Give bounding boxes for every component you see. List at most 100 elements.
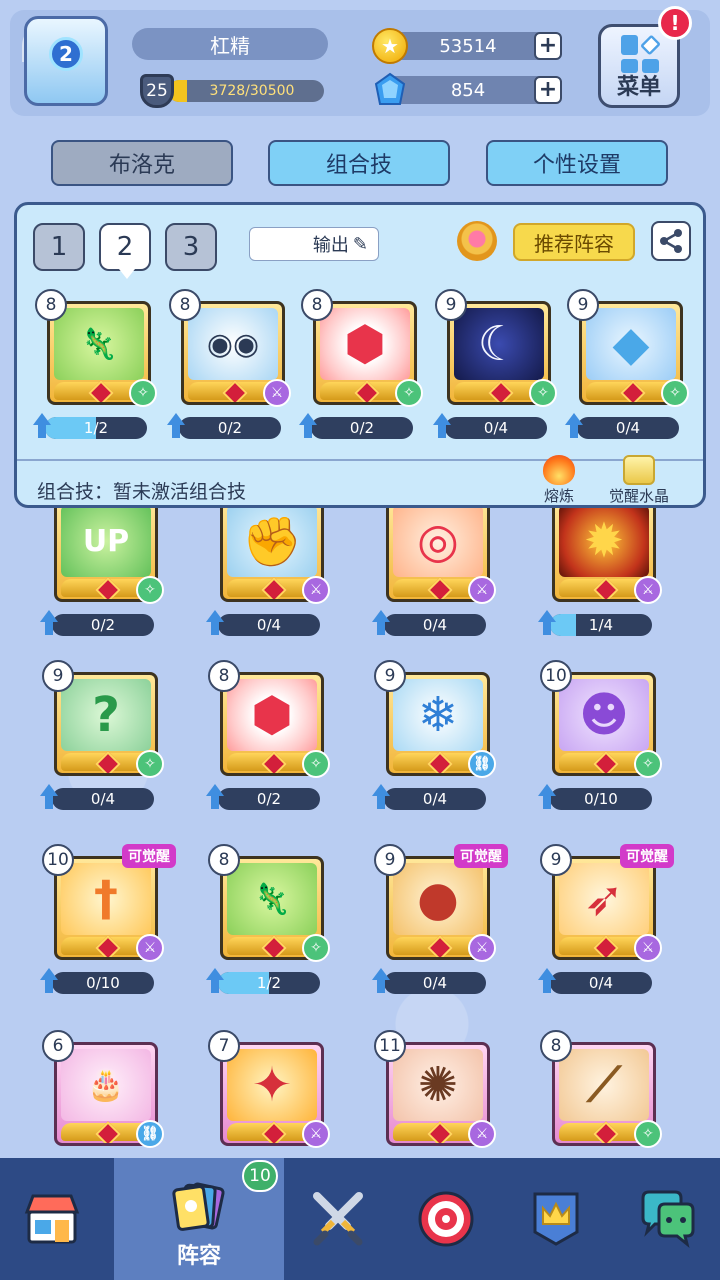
skill-card[interactable]: 🦎 8 ✧ 1/2 xyxy=(206,844,330,1002)
swords-icon xyxy=(313,1192,363,1246)
nav-target[interactable] xyxy=(394,1158,498,1280)
skill-card[interactable]: ◆ 9 ✧ 0/4 xyxy=(565,289,689,447)
lineup-badge: 10 xyxy=(242,1160,278,1192)
pencil-icon: ✎ xyxy=(352,233,368,255)
deck-role-field[interactable]: 输出 ✎ xyxy=(249,227,379,261)
card-progress-text: 1/4 xyxy=(588,616,614,634)
skill-card[interactable]: ✊ ⚔ 0/4 xyxy=(206,490,330,644)
card-level: 10 xyxy=(42,844,74,876)
card-progress-text: 0/4 xyxy=(256,616,282,634)
skill-card[interactable]: † 10 ⚔ 可觉醒 0/10 xyxy=(40,844,176,1002)
upgrade-arrow-icon xyxy=(372,610,390,638)
card-progress-text: 0/4 xyxy=(422,790,448,808)
skill-card[interactable]: ◎ ⚔ 0/4 xyxy=(372,490,496,644)
deck-slot-1[interactable]: 1 xyxy=(33,223,85,271)
card-progress-text: 0/2 xyxy=(256,790,282,808)
sword-icon: † xyxy=(61,863,151,935)
tab-block[interactable]: 布洛克 xyxy=(51,140,233,186)
upgrade-arrow-icon xyxy=(299,413,317,441)
skill-card[interactable]: ☻ 10 ✧ 0/10 xyxy=(538,660,662,818)
recommend-deck-button[interactable]: 推荐阵容 xyxy=(513,223,635,261)
green-type-icon: ✧ xyxy=(661,379,689,407)
green-type-icon: ✧ xyxy=(136,750,164,778)
purple-type-icon: ⚔ xyxy=(263,379,291,407)
fire-icon: ✦ xyxy=(227,1049,317,1121)
menu-label: 菜单 xyxy=(616,75,661,100)
upgrade-arrow-icon xyxy=(538,784,556,812)
rocket-icon: ➶ xyxy=(559,863,649,935)
demon-icon: ☻ xyxy=(559,679,649,751)
card-progress: 0/2 xyxy=(218,788,320,810)
gold-coin-icon: ★ xyxy=(372,28,408,64)
smelt-button[interactable]: 熔炼 xyxy=(523,455,595,509)
add-gold-button[interactable]: + xyxy=(534,32,562,60)
skill-card[interactable]: UP ✧ 0/2 xyxy=(40,490,164,644)
green-type-icon: ✧ xyxy=(634,750,662,778)
green-type-icon: ✧ xyxy=(129,379,157,407)
upgrade-arrow-icon xyxy=(372,784,390,812)
card-progress: 1/4 xyxy=(550,614,652,636)
skill-card[interactable]: ● 9 ⚔ 可觉醒 0/4 xyxy=(372,844,508,1002)
skill-card[interactable]: ? 9 ✧ 0/4 xyxy=(40,660,164,818)
card-progress: 0/4 xyxy=(384,972,486,994)
deck-role-label: 输出 xyxy=(312,235,349,256)
card-progress: 0/2 xyxy=(311,417,413,439)
green-type-icon: ✧ xyxy=(634,1120,662,1148)
card-progress-text: 0/4 xyxy=(615,419,641,437)
green-type-icon: ✧ xyxy=(395,379,423,407)
chameleon-icon: 🦎 xyxy=(227,863,317,935)
card-progress-text: 0/4 xyxy=(422,974,448,992)
skill-card[interactable]: ◉◉ 8 ⚔ 0/2 xyxy=(167,289,291,447)
card-progress: 0/10 xyxy=(550,788,652,810)
bottom-nav: 阵容 xyxy=(0,1158,720,1280)
nav-battle[interactable] xyxy=(286,1158,390,1280)
card-level: 7 xyxy=(208,1030,240,1062)
green-type-icon: ✧ xyxy=(136,576,164,604)
smelt-label: 熔炼 xyxy=(543,487,574,505)
awaken-tag: 可觉醒 xyxy=(454,844,508,868)
card-progress: 0/4 xyxy=(384,614,486,636)
card-level: 9 xyxy=(435,289,467,321)
nav-lineup-label: 阵容 xyxy=(176,1244,221,1269)
card-level: 10 xyxy=(540,660,572,692)
upgrade-arrow-icon xyxy=(206,968,224,996)
nav-guild[interactable] xyxy=(504,1158,608,1280)
card-progress-text: 1/2 xyxy=(256,974,282,992)
xp-text: 3728/30500 xyxy=(209,83,295,99)
skill-card[interactable]: ✹ ⚔ 1/4 xyxy=(538,490,662,644)
nav-chat[interactable] xyxy=(616,1158,720,1280)
skill-card[interactable]: 🦎 8 ✧ 1/2 xyxy=(33,289,157,447)
add-gem-button[interactable]: + xyxy=(534,76,562,104)
card-progress: 0/2 xyxy=(52,614,154,636)
tab-combo[interactable]: 组合技 xyxy=(268,140,450,186)
tab-custom[interactable]: 个性设置 xyxy=(486,140,668,186)
medal-icon[interactable] xyxy=(457,221,497,261)
skill-card[interactable]: ☾ 9 ✧ 0/4 xyxy=(433,289,557,447)
robot-icon: ◉◉ xyxy=(188,308,278,380)
awaken-crystal-button[interactable]: 觉醒水晶 xyxy=(603,455,675,509)
share-button[interactable] xyxy=(651,221,691,261)
purple-type-icon: ⚔ xyxy=(468,934,496,962)
upgrade-arrow-icon xyxy=(40,968,58,996)
deck-slot-3[interactable]: 3 xyxy=(165,223,217,271)
skill-card[interactable]: ⬢ 8 ✧ 0/2 xyxy=(206,660,330,818)
upgrade-arrow-icon xyxy=(433,413,451,441)
deck-slot-2[interactable]: 2 xyxy=(99,223,151,279)
card-level: 8 xyxy=(540,1030,572,1062)
card-level: 9 xyxy=(567,289,599,321)
green-type-icon: ✧ xyxy=(529,379,557,407)
card-progress: 0/4 xyxy=(384,788,486,810)
hex-icon: ⬢ xyxy=(320,308,410,380)
card-progress-text: 0/10 xyxy=(584,790,618,808)
rank-trophy-icon[interactable]: 2 xyxy=(24,16,108,106)
skill-card[interactable]: ❄ 9 ⛓ 0/4 xyxy=(372,660,496,818)
purple-type-icon: ⚔ xyxy=(136,934,164,962)
skill-card[interactable]: ➶ 9 ⚔ 可觉醒 0/4 xyxy=(538,844,674,1002)
chat-icon xyxy=(641,1190,695,1248)
card-progress: 0/4 xyxy=(52,788,154,810)
skill-card[interactable]: ⬢ 8 ✧ 0/2 xyxy=(299,289,423,447)
nav-shop[interactable] xyxy=(0,1158,104,1280)
rank-number: 2 xyxy=(49,37,83,71)
upgrade-arrow-icon xyxy=(206,784,224,812)
card-progress: 0/4 xyxy=(550,972,652,994)
